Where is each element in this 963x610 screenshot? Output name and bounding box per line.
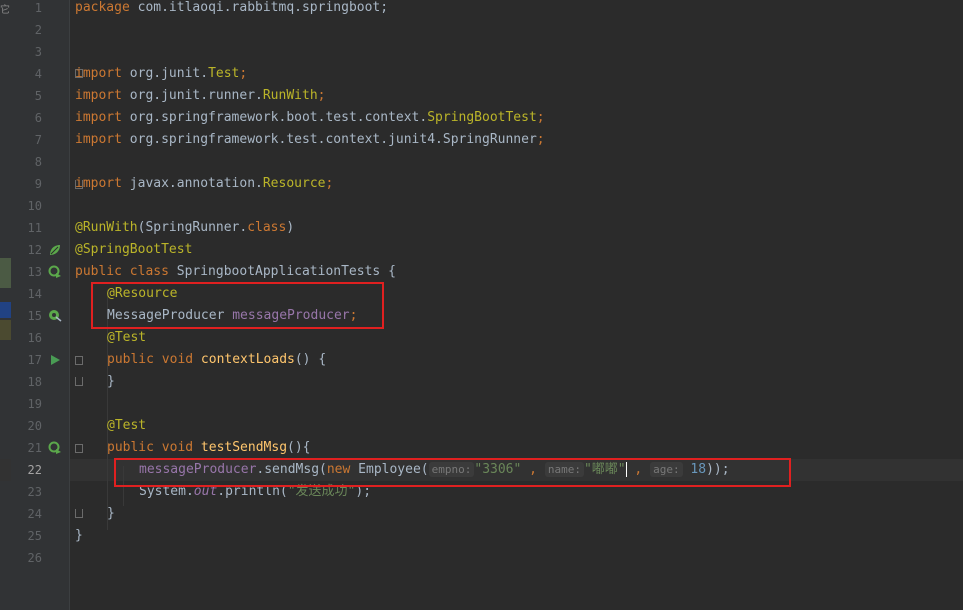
brace: } [75, 528, 83, 543]
code-line-21[interactable]: public void testSendMsg(){ [75, 437, 963, 459]
vcs-change-marker [0, 320, 11, 340]
method-name: testSendMsg [200, 440, 288, 455]
line-number: 12 [27, 243, 42, 257]
import-package: javax.annotation. [121, 176, 263, 191]
line-number: 8 [34, 155, 42, 169]
line-number: 6 [34, 111, 42, 125]
annotation-args: (SpringRunner. [137, 220, 248, 235]
line-number: 4 [34, 67, 42, 81]
keyword: import [75, 132, 122, 147]
line-number: 17 [27, 353, 42, 367]
line-number: 7 [34, 133, 42, 147]
line-number: 18 [27, 375, 42, 389]
vcs-change-marker [0, 258, 11, 288]
vcs-change-marker [0, 302, 11, 318]
code-editor[interactable]: 它 1 2 3 4 5 6 7 8 9 10 11 12 13 14 15 16… [0, 0, 963, 610]
keyword: public class [75, 264, 169, 279]
highlight-box-sendmsg [114, 458, 791, 487]
keyword: import [75, 88, 122, 103]
line-number: 23 [27, 485, 42, 499]
code-line-4[interactable]: import org.junit.Test; [75, 63, 963, 85]
line-number: 11 [27, 221, 42, 235]
brace: } [107, 374, 115, 389]
keyword: import [75, 110, 122, 125]
line-number: 26 [27, 551, 42, 565]
method-params: (){ [287, 440, 311, 455]
line-number: 13 [27, 265, 42, 279]
line-number: 15 [27, 309, 42, 323]
import-package: org.junit. [121, 66, 209, 81]
import-class: Resource [262, 176, 326, 191]
code-line-11[interactable]: @RunWith(SpringRunner.class) [75, 217, 963, 239]
annotation: @Test [107, 330, 147, 345]
keyword: package [75, 0, 130, 15]
line-number: 19 [27, 397, 42, 411]
import-package: org.springframework.test.context.junit4.… [121, 132, 537, 147]
semicolon: ; [536, 132, 545, 147]
line-number: 20 [27, 419, 42, 433]
method-name: contextLoads [200, 352, 295, 367]
code-line-5[interactable]: import org.junit.runner.RunWith; [75, 85, 963, 107]
code-line-18[interactable]: } [75, 371, 963, 393]
highlight-box-resource [91, 282, 384, 329]
gutter: 1 2 3 4 5 6 7 8 9 10 11 12 13 14 15 16 1… [11, 0, 83, 610]
brace: } [107, 506, 115, 521]
import-class: RunWith [262, 88, 318, 103]
keyword: public void [107, 352, 194, 367]
code-line-17[interactable]: public void contextLoads() { [75, 349, 963, 371]
import-package: org.springframework.boot.test.context. [121, 110, 428, 125]
code-line-13[interactable]: public class SpringbootApplicationTests … [75, 261, 963, 283]
code-line-24[interactable]: } [75, 503, 963, 525]
annotation: @SpringBootTest [75, 242, 193, 257]
semicolon: ; [239, 66, 248, 81]
spring-bean-icon[interactable] [48, 243, 62, 257]
code-line-16[interactable]: @Test [75, 327, 963, 349]
package-name: com.itlaoqi.rabbitmq.springboot; [129, 0, 389, 15]
keyword: import [75, 66, 122, 81]
code-line-1[interactable]: package com.itlaoqi.rabbitmq.springboot; [75, 0, 963, 19]
line-number: 16 [27, 331, 42, 345]
keyword: class [247, 220, 287, 235]
paren: ) [286, 220, 295, 235]
injection-point-icon[interactable] [48, 309, 62, 323]
line-number: 14 [27, 287, 42, 301]
annotation: @RunWith [75, 220, 138, 235]
line-number: 25 [27, 529, 42, 543]
import-package: org.junit.runner. [121, 88, 263, 103]
import-class: SpringBootTest [427, 110, 537, 125]
line-number: 5 [34, 89, 42, 103]
code-line-25[interactable]: } [75, 525, 963, 547]
line-number: 22 [27, 463, 42, 477]
run-test-method-icon[interactable] [48, 441, 62, 455]
line-number: 1 [34, 1, 42, 15]
line-number: 2 [34, 23, 42, 37]
semicolon: ; [536, 110, 545, 125]
code-line-9[interactable]: import javax.annotation.Resource; [75, 173, 963, 195]
line-number: 9 [34, 177, 42, 191]
class-name: SpringbootApplicationTests { [168, 264, 396, 279]
line-number: 21 [27, 441, 42, 455]
keyword: import [75, 176, 122, 191]
annotation: @Test [107, 418, 147, 433]
semicolon: ; [317, 88, 326, 103]
keyword: public void [107, 440, 194, 455]
import-class: Test [208, 66, 240, 81]
edge-char: 它 [0, 5, 10, 16]
code-line-6[interactable]: import org.springframework.boot.test.con… [75, 107, 963, 129]
left-edge-strip: 它 [0, 0, 11, 610]
code-line-12[interactable]: @SpringBootTest [75, 239, 963, 261]
method-params: () { [294, 352, 327, 367]
run-test-class-icon[interactable] [48, 265, 62, 279]
line-number: 24 [27, 507, 42, 521]
run-test-icon[interactable] [48, 353, 62, 367]
line-number: 10 [27, 199, 42, 213]
semicolon: ; [325, 176, 334, 191]
code-line-7[interactable]: import org.springframework.test.context.… [75, 129, 963, 151]
line-number: 3 [34, 45, 42, 59]
code-line-20[interactable]: @Test [75, 415, 963, 437]
